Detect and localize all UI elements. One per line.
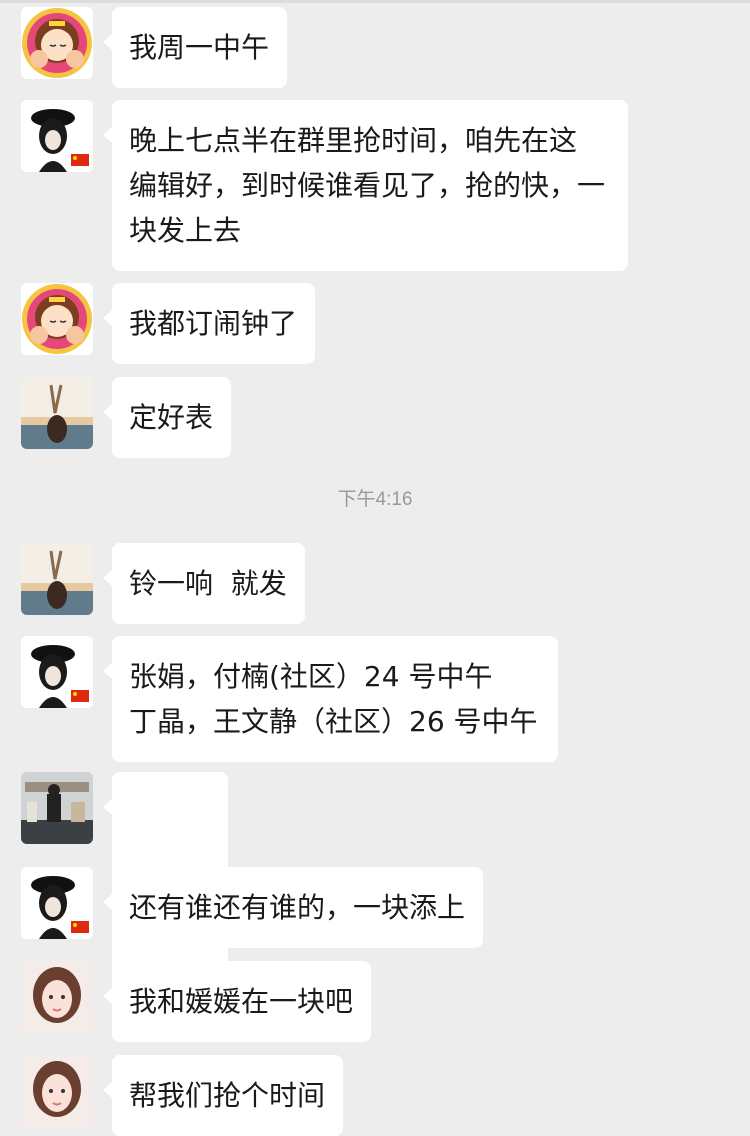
message-bubble[interactable]: 铃一响 就发 [103,543,305,624]
avatar[interactable] [21,100,93,172]
avatar[interactable] [21,283,93,355]
cartoon-girl-avatar-icon [22,284,92,354]
message-bubble[interactable]: 我都订闹钟了 [102,283,316,364]
message-bubble[interactable]: 张娟，付楠(社区）24 号中午 丁晶，王文静（社区）26 号中午 [103,636,558,762]
cartoon-girl-avatar-icon [22,8,92,78]
message-bubble[interactable]: 晚上七点半在群里抢时间，咱先在这 编辑好，到时候谁看见了，抢的快，一 块发上去 [103,100,628,271]
young-woman-avatar-icon [21,961,93,1033]
message-bubble[interactable]: 我周一中午 [102,7,288,88]
young-woman-avatar-icon [21,1055,93,1127]
avatar[interactable] [21,7,93,79]
avatar[interactable] [21,961,93,1033]
store-photo-avatar-icon [21,772,93,844]
timestamp-divider: 下午4:16 [337,489,413,510]
avatar[interactable] [21,867,93,939]
top-divider [0,0,750,3]
avatar[interactable] [21,543,93,615]
black-hat-woman-avatar-icon [21,867,93,939]
black-hat-woman-avatar-icon [21,636,93,708]
sunset-woman-avatar-icon [21,377,93,449]
avatar[interactable] [21,772,93,844]
message-bubble[interactable]: 还有谁还有谁的，一块添上 [102,867,484,948]
sunset-woman-avatar-icon [21,543,93,615]
avatar[interactable] [21,1055,93,1127]
black-hat-woman-avatar-icon [21,100,93,172]
avatar[interactable] [21,377,93,449]
message-bubble[interactable]: 我和媛媛在一块吧 [102,961,372,1042]
message-bubble[interactable]: 定好表 [102,377,232,458]
message-bubble[interactable]: 帮我们抢个时间 [102,1055,344,1136]
avatar[interactable] [21,636,93,708]
